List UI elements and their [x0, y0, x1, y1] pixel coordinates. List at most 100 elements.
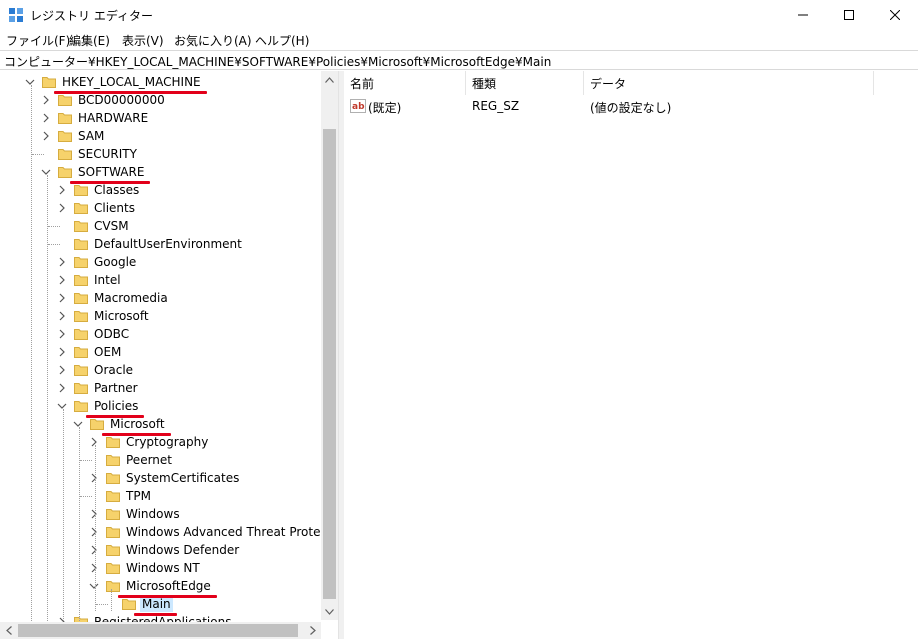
- tree-node-label[interactable]: SECURITY: [76, 146, 139, 162]
- tree-node[interactable]: Partner: [56, 379, 140, 397]
- tree-node-label[interactable]: Peernet: [124, 452, 174, 468]
- chevron-right-icon[interactable]: [56, 346, 68, 358]
- tree-node-label[interactable]: SAM: [76, 128, 106, 144]
- tree-node[interactable]: HARDWARE: [40, 109, 150, 127]
- chevron-right-icon[interactable]: [88, 472, 100, 484]
- tree-node-label[interactable]: Policies: [92, 398, 140, 414]
- tree-node-label[interactable]: Windows Defender: [124, 542, 241, 558]
- chevron-right-icon[interactable]: [88, 436, 100, 448]
- tree-node-label[interactable]: Partner: [92, 380, 140, 396]
- address-bar[interactable]: コンピューター¥HKEY_LOCAL_MACHINE¥SOFTWARE¥Poli…: [0, 50, 918, 70]
- tree-node-label[interactable]: Windows NT: [124, 560, 202, 576]
- horizontal-scroll-thumb[interactable]: [18, 624, 298, 637]
- tree-node-label[interactable]: Windows: [124, 506, 182, 522]
- menu-view[interactable]: 表示(V): [122, 32, 164, 49]
- tree-node-label[interactable]: Macromedia: [92, 290, 170, 306]
- value-list[interactable]: 名前 種類 データ ab (既定) REG_SZ (値の設定なし): [344, 71, 918, 639]
- chevron-right-icon[interactable]: [56, 310, 68, 322]
- tree-node-label[interactable]: Microsoft: [92, 308, 151, 324]
- close-button[interactable]: [872, 0, 918, 30]
- tree-node[interactable]: SECURITY: [40, 145, 139, 163]
- column-header-type[interactable]: 種類: [466, 71, 584, 95]
- chevron-right-icon[interactable]: [56, 184, 68, 196]
- scroll-down-arrow[interactable]: [321, 603, 338, 620]
- tree-node[interactable]: Peernet: [88, 451, 174, 469]
- tree-node[interactable]: Policies: [56, 397, 140, 415]
- value-row[interactable]: ab (既定) REG_SZ (値の設定なし): [344, 97, 918, 117]
- tree-node[interactable]: SOFTWARE: [40, 163, 146, 181]
- tree-node[interactable]: Intel: [56, 271, 123, 289]
- tree-node[interactable]: TPM: [88, 487, 153, 505]
- chevron-down-icon[interactable]: [56, 400, 68, 412]
- tree-node-label[interactable]: OEM: [92, 344, 123, 360]
- tree-node-label[interactable]: Google: [92, 254, 138, 270]
- tree-node[interactable]: Macromedia: [56, 289, 170, 307]
- menu-help[interactable]: ヘルプ(H): [255, 32, 309, 49]
- tree-node[interactable]: DefaultUserEnvironment: [56, 235, 244, 253]
- chevron-right-icon[interactable]: [56, 364, 68, 376]
- tree-node[interactable]: SystemCertificates: [88, 469, 241, 487]
- tree-node[interactable]: CVSM: [56, 217, 131, 235]
- tree-node-label[interactable]: Windows Advanced Threat Protection: [124, 524, 338, 540]
- tree-node[interactable]: Microsoft: [56, 307, 151, 325]
- tree-node[interactable]: Oracle: [56, 361, 135, 379]
- menu-edit[interactable]: 編集(E): [69, 32, 110, 49]
- chevron-down-icon[interactable]: [24, 76, 36, 88]
- tree-node[interactable]: HKEY_LOCAL_MACHINE: [24, 73, 203, 91]
- menu-file[interactable]: ファイル(F): [6, 32, 70, 49]
- tree-node[interactable]: Windows NT: [88, 559, 202, 577]
- chevron-right-icon[interactable]: [40, 112, 52, 124]
- tree-node-label[interactable]: ODBC: [92, 326, 131, 342]
- tree-node-label[interactable]: MicrosoftEdge: [124, 578, 213, 594]
- chevron-right-icon[interactable]: [56, 274, 68, 286]
- tree-node-label[interactable]: Microsoft: [108, 416, 167, 432]
- tree-node-label[interactable]: DefaultUserEnvironment: [92, 236, 244, 252]
- tree-node-label[interactable]: Main: [140, 596, 173, 612]
- chevron-right-icon[interactable]: [40, 94, 52, 106]
- tree-node[interactable]: Windows Defender: [88, 541, 241, 559]
- tree-node[interactable]: MicrosoftEdge: [88, 577, 213, 595]
- chevron-right-icon[interactable]: [88, 526, 100, 538]
- tree-horizontal-scrollbar[interactable]: [0, 622, 321, 639]
- tree-node-label[interactable]: CVSM: [92, 218, 131, 234]
- scroll-up-arrow[interactable]: [321, 71, 338, 88]
- minimize-button[interactable]: [780, 0, 826, 30]
- tree-node[interactable]: Windows Advanced Threat Protection: [88, 523, 338, 541]
- tree-node[interactable]: ODBC: [56, 325, 131, 343]
- tree-node[interactable]: Clients: [56, 199, 137, 217]
- tree-node-label[interactable]: Classes: [92, 182, 141, 198]
- key-tree[interactable]: HKEY_LOCAL_MACHINE BCD00000000 HARDWARE SAM…: [0, 71, 339, 639]
- tree-node-label[interactable]: Intel: [92, 272, 123, 288]
- chevron-right-icon[interactable]: [88, 544, 100, 556]
- chevron-right-icon[interactable]: [56, 202, 68, 214]
- tree-node[interactable]: Google: [56, 253, 138, 271]
- chevron-right-icon[interactable]: [40, 130, 52, 142]
- address-path[interactable]: コンピューター¥HKEY_LOCAL_MACHINE¥SOFTWARE¥Poli…: [4, 53, 551, 70]
- chevron-down-icon[interactable]: [40, 166, 52, 178]
- chevron-right-icon[interactable]: [56, 292, 68, 304]
- tree-node-label[interactable]: SOFTWARE: [76, 164, 146, 180]
- tree-node-label[interactable]: HARDWARE: [76, 110, 150, 126]
- column-header-data[interactable]: データ: [584, 71, 874, 95]
- chevron-right-icon[interactable]: [88, 508, 100, 520]
- menu-favorites[interactable]: お気に入り(A): [174, 32, 252, 49]
- tree-vertical-scrollbar[interactable]: [321, 71, 338, 620]
- chevron-right-icon[interactable]: [56, 256, 68, 268]
- tree-node[interactable]: Windows: [88, 505, 182, 523]
- tree-node-label[interactable]: HKEY_LOCAL_MACHINE: [60, 74, 203, 90]
- maximize-button[interactable]: [826, 0, 872, 30]
- tree-node-label[interactable]: Cryptography: [124, 434, 210, 450]
- chevron-right-icon[interactable]: [88, 562, 100, 574]
- scroll-left-arrow[interactable]: [0, 622, 17, 639]
- tree-node-label[interactable]: Oracle: [92, 362, 135, 378]
- vertical-scroll-thumb[interactable]: [323, 129, 336, 599]
- chevron-down-icon[interactable]: [72, 418, 84, 430]
- chevron-right-icon[interactable]: [56, 382, 68, 394]
- tree-node[interactable]: SAM: [40, 127, 106, 145]
- chevron-down-icon[interactable]: [88, 580, 100, 592]
- tree-node-label[interactable]: SystemCertificates: [124, 470, 241, 486]
- tree-node-label[interactable]: Clients: [92, 200, 137, 216]
- tree-node-label[interactable]: BCD00000000: [76, 92, 167, 108]
- tree-node-label[interactable]: TPM: [124, 488, 153, 504]
- chevron-right-icon[interactable]: [56, 328, 68, 340]
